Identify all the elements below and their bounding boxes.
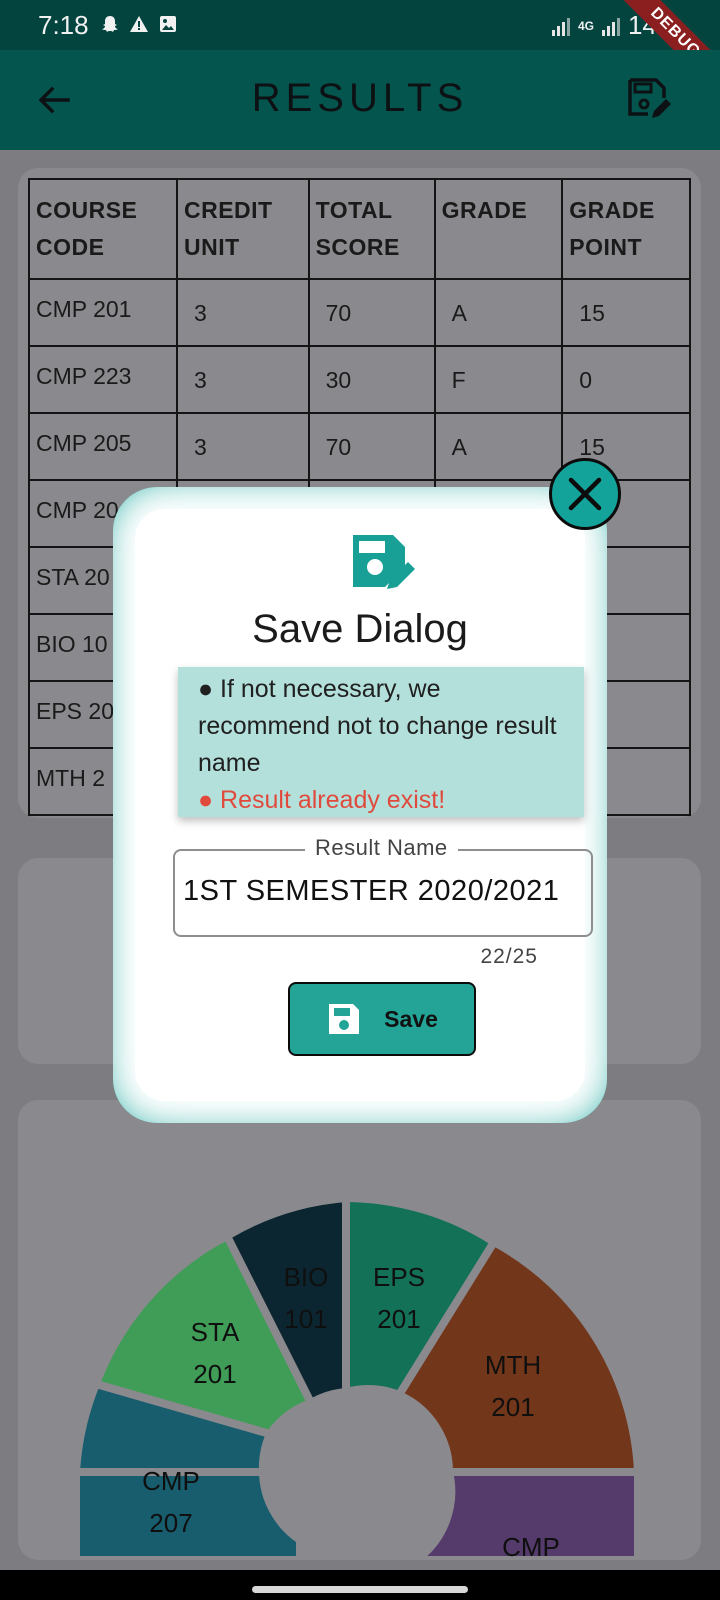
grade-pie-card: BIO 101 EPS 201 MTH 201 STA 201 CMP 207 … (18, 1100, 701, 1560)
pie-label: STA (191, 1317, 240, 1347)
save-icon (329, 1004, 360, 1034)
network-type: 4G (577, 18, 594, 33)
save-button[interactable]: Save (288, 982, 476, 1056)
save-button-label: Save (384, 1005, 438, 1032)
pie-label: MTH (485, 1350, 541, 1380)
pie-label: 201 (491, 1392, 534, 1422)
header-grade: GRADE (433, 178, 564, 280)
page-title: RESULTS (251, 76, 469, 120)
table-header-row: COURSE CODE CREDIT UNIT TOTAL SCORE GRADE G… (28, 178, 691, 280)
snapchat-icon (100, 14, 120, 34)
table-row: CMP 201 3 70 A 15 (28, 278, 691, 347)
warning-icon (129, 14, 149, 34)
app-bar: RESULTS (0, 50, 720, 150)
close-icon (568, 477, 602, 511)
grade-cell: F (433, 345, 564, 414)
image-icon (158, 14, 178, 34)
course-code-cell: CMP 205 (28, 412, 178, 481)
header-course-code: COURSE CODE (28, 178, 178, 280)
credit-unit-cell: 3 (175, 345, 310, 414)
char-counter: 22/25 (480, 945, 538, 968)
result-name-input[interactable] (183, 875, 583, 908)
status-notification-icons (100, 14, 178, 34)
pie-label: 201 (377, 1304, 420, 1334)
save-edit-icon (628, 78, 671, 118)
system-nav-bar (0, 1570, 720, 1600)
total-score-cell: 70 (307, 412, 436, 481)
save-edit-icon (353, 535, 415, 589)
signal-icon-2 (601, 16, 620, 36)
home-gesture-handle[interactable] (252, 1586, 468, 1593)
credit-unit-cell: 3 (175, 412, 310, 481)
save-edit-button[interactable] (624, 74, 674, 124)
info-notice: ● If not necessary, we recommend not to … (178, 667, 584, 817)
total-score-cell: 30 (307, 345, 436, 414)
course-code-cell: CMP 201 (28, 278, 178, 347)
pie-label: CMP (502, 1532, 560, 1560)
status-time: 7:18 (38, 10, 89, 40)
pie-label: 201 (193, 1359, 236, 1389)
notice-text: ● If not necessary, we recommend not to … (198, 675, 557, 777)
credit-unit-cell: 3 (175, 278, 310, 347)
status-bar: 7:18 4G 14% (0, 0, 720, 50)
grade-point-cell: 0 (561, 345, 691, 414)
save-dialog: Save Dialog ● If not necessary, we recom… (113, 487, 607, 1123)
grade-point-cell: 15 (561, 278, 691, 347)
header-credit-unit: CREDIT UNIT (175, 178, 310, 280)
header-total-score: TOTAL SCORE (307, 178, 436, 280)
save-dialog-body: Save Dialog ● If not necessary, we recom… (135, 509, 593, 1101)
result-name-label: Result Name (305, 835, 458, 861)
total-score-cell: 70 (307, 278, 436, 347)
dialog-title: Save Dialog (252, 607, 468, 651)
pie-label: EPS (373, 1262, 425, 1292)
error-message: ● Result already exist! (198, 786, 446, 814)
pie-label: 207 (149, 1508, 192, 1538)
course-code-cell: CMP 223 (28, 345, 178, 414)
pie-label: 101 (284, 1304, 327, 1334)
grade-cell: A (433, 278, 564, 347)
pie-label: CMP (142, 1466, 200, 1496)
close-dialog-button[interactable] (549, 458, 621, 530)
table-row: CMP 223 3 30 F 0 (28, 345, 691, 414)
signal-icon (551, 16, 570, 36)
result-name-field[interactable]: Result Name (173, 835, 593, 937)
header-grade-point: GRADE POINT (561, 178, 691, 280)
pie-label: BIO (284, 1262, 329, 1292)
grade-cell: A (433, 412, 564, 481)
grade-pie-chart: BIO 101 EPS 201 MTH 201 STA 201 CMP 207 … (71, 1100, 643, 1560)
